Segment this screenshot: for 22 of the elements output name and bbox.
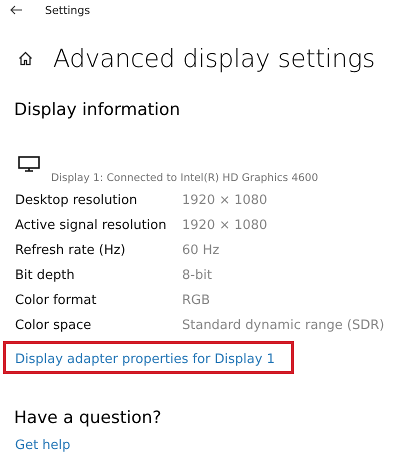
- property-value: 1920 × 1080: [182, 217, 268, 235]
- property-label: Desktop resolution: [15, 192, 138, 210]
- property-value: Standard dynamic range (SDR): [182, 317, 386, 335]
- window-title: Settings: [45, 4, 90, 16]
- property-label: Color space: [15, 317, 92, 335]
- property-value: 1920 × 1080: [182, 192, 268, 210]
- property-label: Bit depth: [15, 267, 76, 285]
- property-value: RGB: [182, 292, 212, 310]
- display-name: Display 1: Connected to Intel(R) HD Graphics 4600: [51, 172, 320, 184]
- get-help-link[interactable]: Get help: [15, 438, 417, 453]
- adapter-properties-link[interactable]: Display adapter properties for Display 1: [15, 352, 275, 367]
- property-label: Color format: [15, 292, 98, 310]
- property-label: Active signal resolution: [15, 217, 168, 235]
- property-value: 8-bit: [182, 267, 213, 285]
- property-label: Refresh rate (Hz): [15, 242, 127, 260]
- page-title: Advanced display settings: [53, 44, 375, 73]
- home-icon[interactable]: [18, 51, 33, 66]
- back-arrow-icon[interactable]: [10, 5, 23, 15]
- section-heading: Have a question?: [14, 408, 162, 428]
- property-value: 60 Hz: [182, 242, 220, 260]
- monitor-icon: [18, 156, 40, 172]
- section-heading: Display information: [14, 100, 182, 120]
